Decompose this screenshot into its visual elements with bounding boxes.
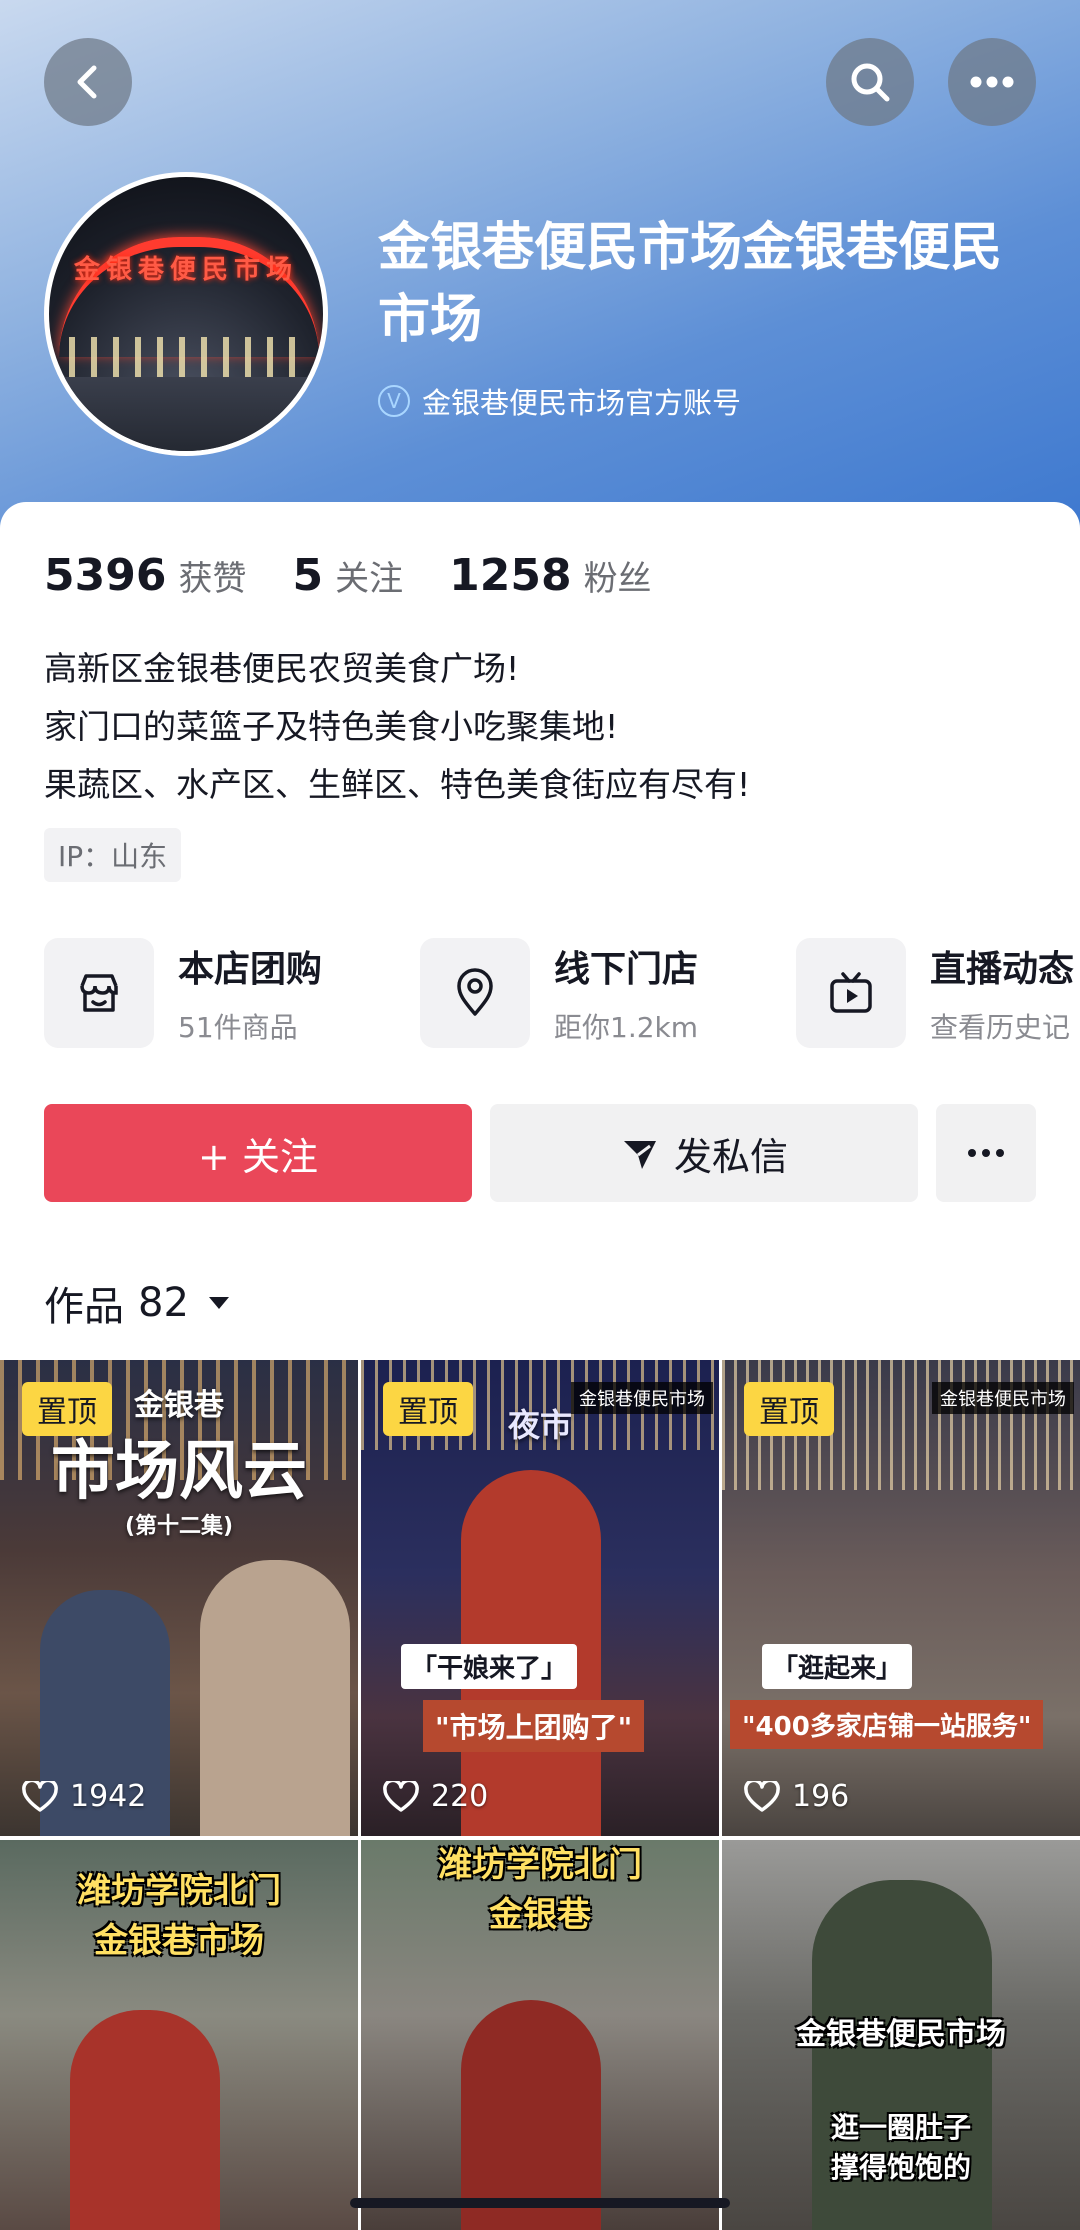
video-tile[interactable]: 夜市 金银巷便民市场 「干娘来了」 "市场上团购了" 置顶 220 bbox=[361, 1360, 719, 1836]
works-count: 82 bbox=[138, 1280, 189, 1326]
video-caption: 金银巷便民市场 bbox=[796, 2017, 1006, 2052]
video-caption: 潍坊学院北门 金银巷市场 bbox=[77, 1871, 281, 1961]
person-figure bbox=[70, 2010, 220, 2230]
more-dots-icon bbox=[970, 76, 1014, 88]
feature-icon-box bbox=[44, 938, 154, 1048]
feature-icon-box bbox=[796, 938, 906, 1048]
avatar-ground bbox=[49, 377, 323, 451]
chevron-left-icon bbox=[77, 65, 97, 99]
works-label: 作品 bbox=[44, 1284, 124, 1330]
pinned-badge: 置顶 bbox=[383, 1382, 473, 1436]
person-figure bbox=[461, 2000, 601, 2230]
video-tag: "400多家店铺一站服务" bbox=[730, 1700, 1044, 1749]
verified-text: 金银巷便民市场官方账号 bbox=[422, 386, 742, 420]
store-icon bbox=[80, 974, 118, 1012]
message-label: 发私信 bbox=[673, 1134, 788, 1179]
following-count[interactable]: 5 bbox=[292, 550, 323, 601]
video-overlay-subtitle: (第十二集) bbox=[124, 1514, 234, 1539]
caret-down-icon bbox=[208, 1297, 229, 1309]
follow-button[interactable]: + 关注 bbox=[44, 1104, 472, 1202]
feature-title: 本店团购 bbox=[178, 949, 323, 990]
video-tile[interactable]: 潍坊学院北门 金银巷市场 bbox=[0, 1840, 358, 2230]
heart-icon bbox=[744, 1780, 780, 1812]
likes-label: 获赞 bbox=[178, 559, 247, 599]
message-button[interactable]: 发私信 bbox=[490, 1104, 918, 1202]
search-button[interactable] bbox=[826, 38, 914, 126]
verified-badge-icon: V bbox=[378, 385, 410, 417]
following-label[interactable]: 关注 bbox=[335, 551, 403, 600]
pinned-badge: 置顶 bbox=[744, 1382, 834, 1436]
heart-icon bbox=[22, 1780, 58, 1812]
video-tile[interactable]: 金银巷便民市场 「逛起来」 "400多家店铺一站服务" 置顶 196 bbox=[722, 1360, 1080, 1836]
feature-title: 直播动态 bbox=[930, 949, 1075, 990]
ip-location-badge: IP：山东 bbox=[44, 828, 182, 882]
heart-icon bbox=[383, 1780, 419, 1812]
video-tile[interactable]: 金银巷便民市场 逛一圈肚子 撑得饱饱的 bbox=[722, 1840, 1080, 2230]
search-icon bbox=[851, 63, 890, 102]
feature-icon-box bbox=[420, 938, 530, 1048]
works-tab[interactable]: 作品 82 bbox=[44, 1274, 231, 1332]
video-caption: 潍坊学院北门 金银巷 bbox=[438, 1845, 642, 1935]
bio: 高新区金银巷便民农贸美食广场! 家门口的菜篮子及特色美食小吃聚集地! 果蔬区、水… bbox=[44, 640, 750, 814]
more-actions-button[interactable] bbox=[936, 1104, 1036, 1202]
video-tile[interactable]: 潍坊学院北门 金银巷 bbox=[361, 1840, 719, 2230]
back-button[interactable] bbox=[44, 38, 132, 126]
likes-count: 196 bbox=[792, 1779, 850, 1814]
video-likes: 1942 bbox=[22, 1779, 146, 1814]
feature-offline-store[interactable]: 线下门店 距你1.2km bbox=[420, 938, 698, 1048]
account-name: 金银巷便民市场金银巷便民市场 bbox=[378, 218, 1003, 350]
stats-row: 5396 获赞 5 关注 1258 粉丝 bbox=[44, 550, 698, 601]
profile-sheet: 5396 获赞 5 关注 1258 粉丝 高新区金银巷便民农贸美食广场! 家门口… bbox=[0, 502, 1080, 2230]
video-likes: 196 bbox=[744, 1779, 849, 1814]
avatar-lights bbox=[69, 337, 309, 377]
feature-subtitle: 查看历史记 bbox=[930, 1011, 1071, 1044]
video-tag: 「干娘来了」 bbox=[401, 1644, 578, 1689]
likes-count: 220 bbox=[431, 1779, 489, 1814]
followers-label[interactable]: 粉丝 bbox=[584, 551, 652, 600]
video-tile[interactable]: 金银巷 市场风云 (第十二集) 置顶 1942 bbox=[0, 1360, 358, 1836]
video-tag: 「逛起来」 bbox=[762, 1644, 913, 1689]
feature-subtitle: 距你1.2km bbox=[554, 1011, 699, 1044]
more-options-button[interactable] bbox=[948, 38, 1036, 126]
video-caption: 逛一圈肚子 撑得饱饱的 bbox=[830, 2111, 971, 2184]
home-indicator bbox=[350, 2198, 730, 2208]
pinned-badge: 置顶 bbox=[22, 1382, 112, 1436]
more-dots-icon bbox=[968, 1149, 1004, 1157]
video-tag: "市场上团购了" bbox=[423, 1700, 645, 1752]
likes-count: 1942 bbox=[70, 1779, 147, 1814]
corner-watermark: 金银巷便民市场 bbox=[932, 1382, 1074, 1414]
bio-line: 家门口的菜篮子及特色美食小吃聚集地! bbox=[44, 707, 619, 746]
tv-icon bbox=[830, 972, 872, 1013]
person-figure bbox=[200, 1560, 350, 1836]
followers-count[interactable]: 1258 bbox=[449, 550, 571, 601]
avatar[interactable]: 金银巷便民市场 bbox=[44, 172, 328, 456]
video-likes: 220 bbox=[383, 1779, 488, 1814]
likes-count: 5396 bbox=[44, 550, 167, 601]
feature-group-buy[interactable]: 本店团购 51件商品 bbox=[44, 938, 322, 1048]
bio-line: 高新区金银巷便民农贸美食广场! bbox=[44, 649, 520, 688]
feature-title: 线下门店 bbox=[554, 949, 699, 990]
location-pin-icon bbox=[457, 968, 493, 1016]
verified-row: V 金银巷便民市场官方账号 bbox=[378, 380, 741, 422]
corner-watermark: 金银巷便民市场 bbox=[571, 1382, 713, 1414]
avatar-sign-text: 金银巷便民市场 bbox=[73, 255, 298, 285]
send-icon bbox=[623, 1141, 656, 1169]
feature-live[interactable]: 直播动态 查看历史记 bbox=[796, 938, 1074, 1048]
feature-subtitle: 51件商品 bbox=[178, 1011, 298, 1044]
follow-label: + 关注 bbox=[198, 1134, 318, 1179]
bio-line: 果蔬区、水产区、生鲜区、特色美食街应有尽有! bbox=[44, 765, 751, 804]
